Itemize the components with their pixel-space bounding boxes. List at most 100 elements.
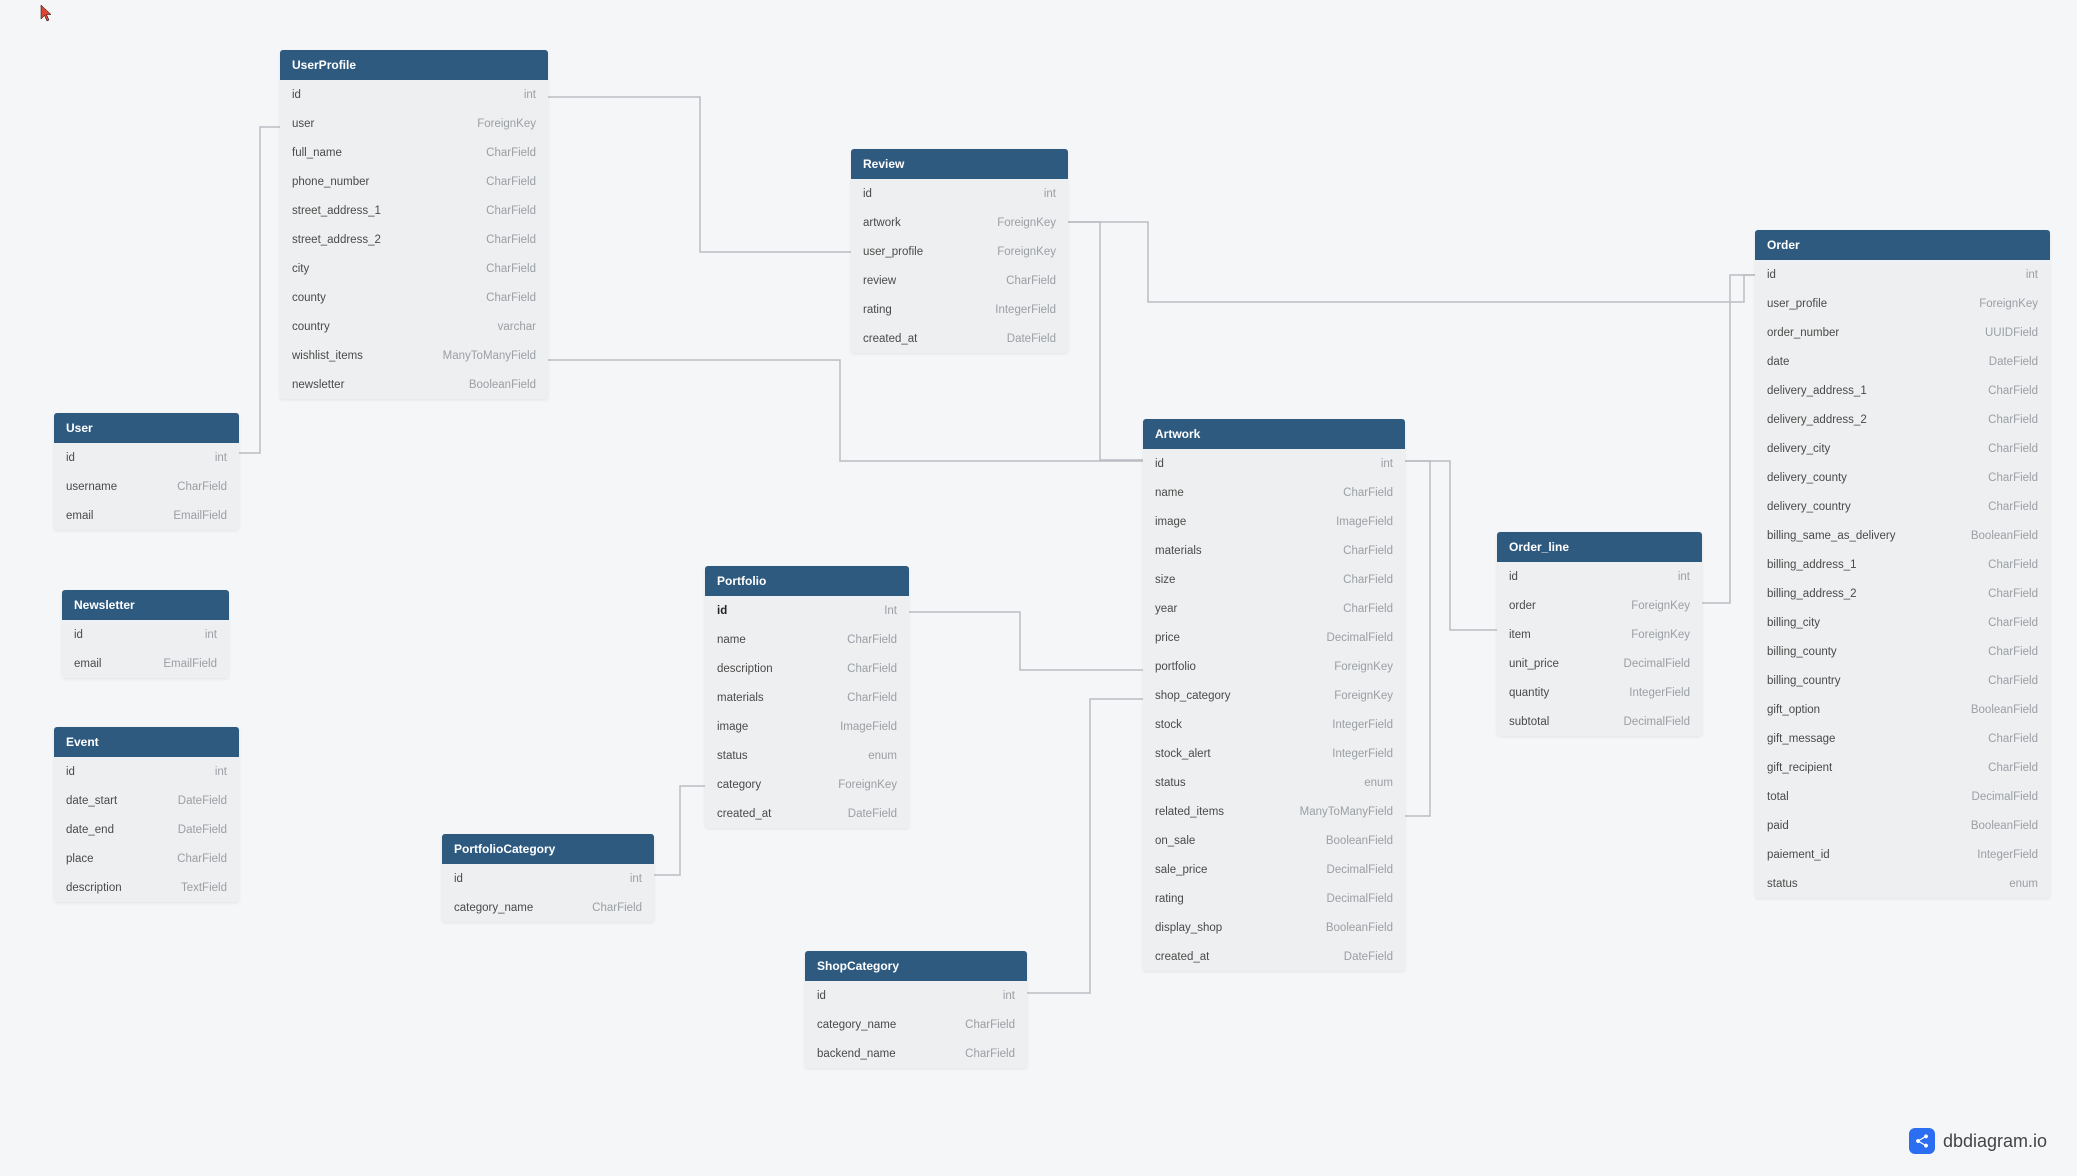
table-order[interactable]: Orderidintuser_profileForeignKeyorder_nu… (1755, 230, 2050, 898)
table-header[interactable]: Newsletter (62, 590, 229, 620)
table-header[interactable]: ShopCategory (805, 951, 1027, 981)
table-newsletter[interactable]: NewsletteridintemailEmailField (62, 590, 229, 678)
table-row[interactable]: delivery_countryCharField (1755, 492, 2050, 521)
table-row[interactable]: created_atDateField (705, 799, 909, 828)
table-row[interactable]: full_nameCharField (280, 138, 548, 167)
table-header[interactable]: Artwork (1143, 419, 1405, 449)
table-row[interactable]: idint (805, 981, 1027, 1010)
table-header[interactable]: PortfolioCategory (442, 834, 654, 864)
table-row[interactable]: descriptionCharField (705, 654, 909, 683)
table-row[interactable]: categoryForeignKey (705, 770, 909, 799)
table-row[interactable]: materialsCharField (705, 683, 909, 712)
table-row[interactable]: date_startDateField (54, 786, 239, 815)
table-row[interactable]: billing_cityCharField (1755, 608, 2050, 637)
table-row[interactable]: usernameCharField (54, 472, 239, 501)
table-row[interactable]: idint (851, 179, 1068, 208)
table-row[interactable]: imageImageField (705, 712, 909, 741)
table-userprofile[interactable]: UserProfileidintuserForeignKeyfull_nameC… (280, 50, 548, 399)
table-row[interactable]: countyCharField (280, 283, 548, 312)
table-row[interactable]: billing_address_2CharField (1755, 579, 2050, 608)
table-row[interactable]: reviewCharField (851, 266, 1068, 295)
table-row[interactable]: ratingIntegerField (851, 295, 1068, 324)
table-row[interactable]: street_address_1CharField (280, 196, 548, 225)
table-header[interactable]: Order_line (1497, 532, 1702, 562)
table-row[interactable]: subtotalDecimalField (1497, 707, 1702, 736)
table-row[interactable]: priceDecimalField (1143, 623, 1405, 652)
table-row[interactable]: delivery_address_1CharField (1755, 376, 2050, 405)
table-row[interactable]: idInt (705, 596, 909, 625)
table-header[interactable]: UserProfile (280, 50, 548, 80)
table-user[interactable]: UseridintusernameCharFieldemailEmailFiel… (54, 413, 239, 530)
table-row[interactable]: idint (54, 757, 239, 786)
table-row[interactable]: statusenum (1755, 869, 2050, 898)
table-shopcategory[interactable]: ShopCategoryidintcategory_nameCharFieldb… (805, 951, 1027, 1068)
table-row[interactable]: created_atDateField (1143, 942, 1405, 971)
table-row[interactable]: portfolioForeignKey (1143, 652, 1405, 681)
table-row[interactable]: stock_alertIntegerField (1143, 739, 1405, 768)
table-row[interactable]: userForeignKey (280, 109, 548, 138)
table-row[interactable]: dateDateField (1755, 347, 2050, 376)
table-header[interactable]: Review (851, 149, 1068, 179)
table-row[interactable]: materialsCharField (1143, 536, 1405, 565)
table-row[interactable]: billing_same_as_deliveryBooleanField (1755, 521, 2050, 550)
table-row[interactable]: shop_categoryForeignKey (1143, 681, 1405, 710)
table-row[interactable]: delivery_address_2CharField (1755, 405, 2050, 434)
table-row[interactable]: related_itemsManyToManyField (1143, 797, 1405, 826)
table-row[interactable]: imageImageField (1143, 507, 1405, 536)
table-row[interactable]: idint (54, 443, 239, 472)
table-row[interactable]: phone_numberCharField (280, 167, 548, 196)
table-row[interactable]: idint (280, 80, 548, 109)
table-event[interactable]: Eventidintdate_startDateFielddate_endDat… (54, 727, 239, 902)
table-row[interactable]: statusenum (705, 741, 909, 770)
table-portfoliocategory[interactable]: PortfolioCategoryidintcategory_nameCharF… (442, 834, 654, 922)
table-row[interactable]: itemForeignKey (1497, 620, 1702, 649)
table-row[interactable]: billing_countyCharField (1755, 637, 2050, 666)
table-row[interactable]: billing_address_1CharField (1755, 550, 2050, 579)
table-header[interactable]: Portfolio (705, 566, 909, 596)
table-header[interactable]: Event (54, 727, 239, 757)
table-row[interactable]: nameCharField (705, 625, 909, 654)
table-row[interactable]: newsletterBooleanField (280, 370, 548, 399)
table-row[interactable]: order_numberUUIDField (1755, 318, 2050, 347)
table-row[interactable]: category_nameCharField (805, 1010, 1027, 1039)
table-row[interactable]: emailEmailField (54, 501, 239, 530)
table-row[interactable]: idint (1143, 449, 1405, 478)
table-review[interactable]: ReviewidintartworkForeignKeyuser_profile… (851, 149, 1068, 353)
table-row[interactable]: category_nameCharField (442, 893, 654, 922)
table-row[interactable]: created_atDateField (851, 324, 1068, 353)
table-row[interactable]: stockIntegerField (1143, 710, 1405, 739)
table-row[interactable]: idint (62, 620, 229, 649)
table-row[interactable]: quantityIntegerField (1497, 678, 1702, 707)
table-row[interactable]: idint (1497, 562, 1702, 591)
table-row[interactable]: paiement_idIntegerField (1755, 840, 2050, 869)
table-row[interactable]: delivery_cityCharField (1755, 434, 2050, 463)
table-row[interactable]: nameCharField (1143, 478, 1405, 507)
table-row[interactable]: user_profileForeignKey (851, 237, 1068, 266)
table-row[interactable]: gift_messageCharField (1755, 724, 2050, 753)
table-row[interactable]: user_profileForeignKey (1755, 289, 2050, 318)
table-row[interactable]: descriptionTextField (54, 873, 239, 902)
table-row[interactable]: paidBooleanField (1755, 811, 2050, 840)
table-row[interactable]: statusenum (1143, 768, 1405, 797)
table-row[interactable]: street_address_2CharField (280, 225, 548, 254)
table-row[interactable]: countryvarchar (280, 312, 548, 341)
table-row[interactable]: backend_nameCharField (805, 1039, 1027, 1068)
table-row[interactable]: billing_countryCharField (1755, 666, 2050, 695)
table-row[interactable]: placeCharField (54, 844, 239, 873)
table-row[interactable]: on_saleBooleanField (1143, 826, 1405, 855)
table-row[interactable]: unit_priceDecimalField (1497, 649, 1702, 678)
table-row[interactable]: idint (442, 864, 654, 893)
table-row[interactable]: orderForeignKey (1497, 591, 1702, 620)
table-row[interactable]: emailEmailField (62, 649, 229, 678)
table-row[interactable]: display_shopBooleanField (1143, 913, 1405, 942)
table-row[interactable]: cityCharField (280, 254, 548, 283)
table-row[interactable]: date_endDateField (54, 815, 239, 844)
table-row[interactable]: idint (1755, 260, 2050, 289)
table-row[interactable]: wishlist_itemsManyToManyField (280, 341, 548, 370)
table-row[interactable]: gift_recipientCharField (1755, 753, 2050, 782)
table-row[interactable]: totalDecimalField (1755, 782, 2050, 811)
table-row[interactable]: gift_optionBooleanField (1755, 695, 2050, 724)
table-orderline[interactable]: Order_lineidintorderForeignKeyitemForeig… (1497, 532, 1702, 736)
table-row[interactable]: artworkForeignKey (851, 208, 1068, 237)
table-row[interactable]: yearCharField (1143, 594, 1405, 623)
